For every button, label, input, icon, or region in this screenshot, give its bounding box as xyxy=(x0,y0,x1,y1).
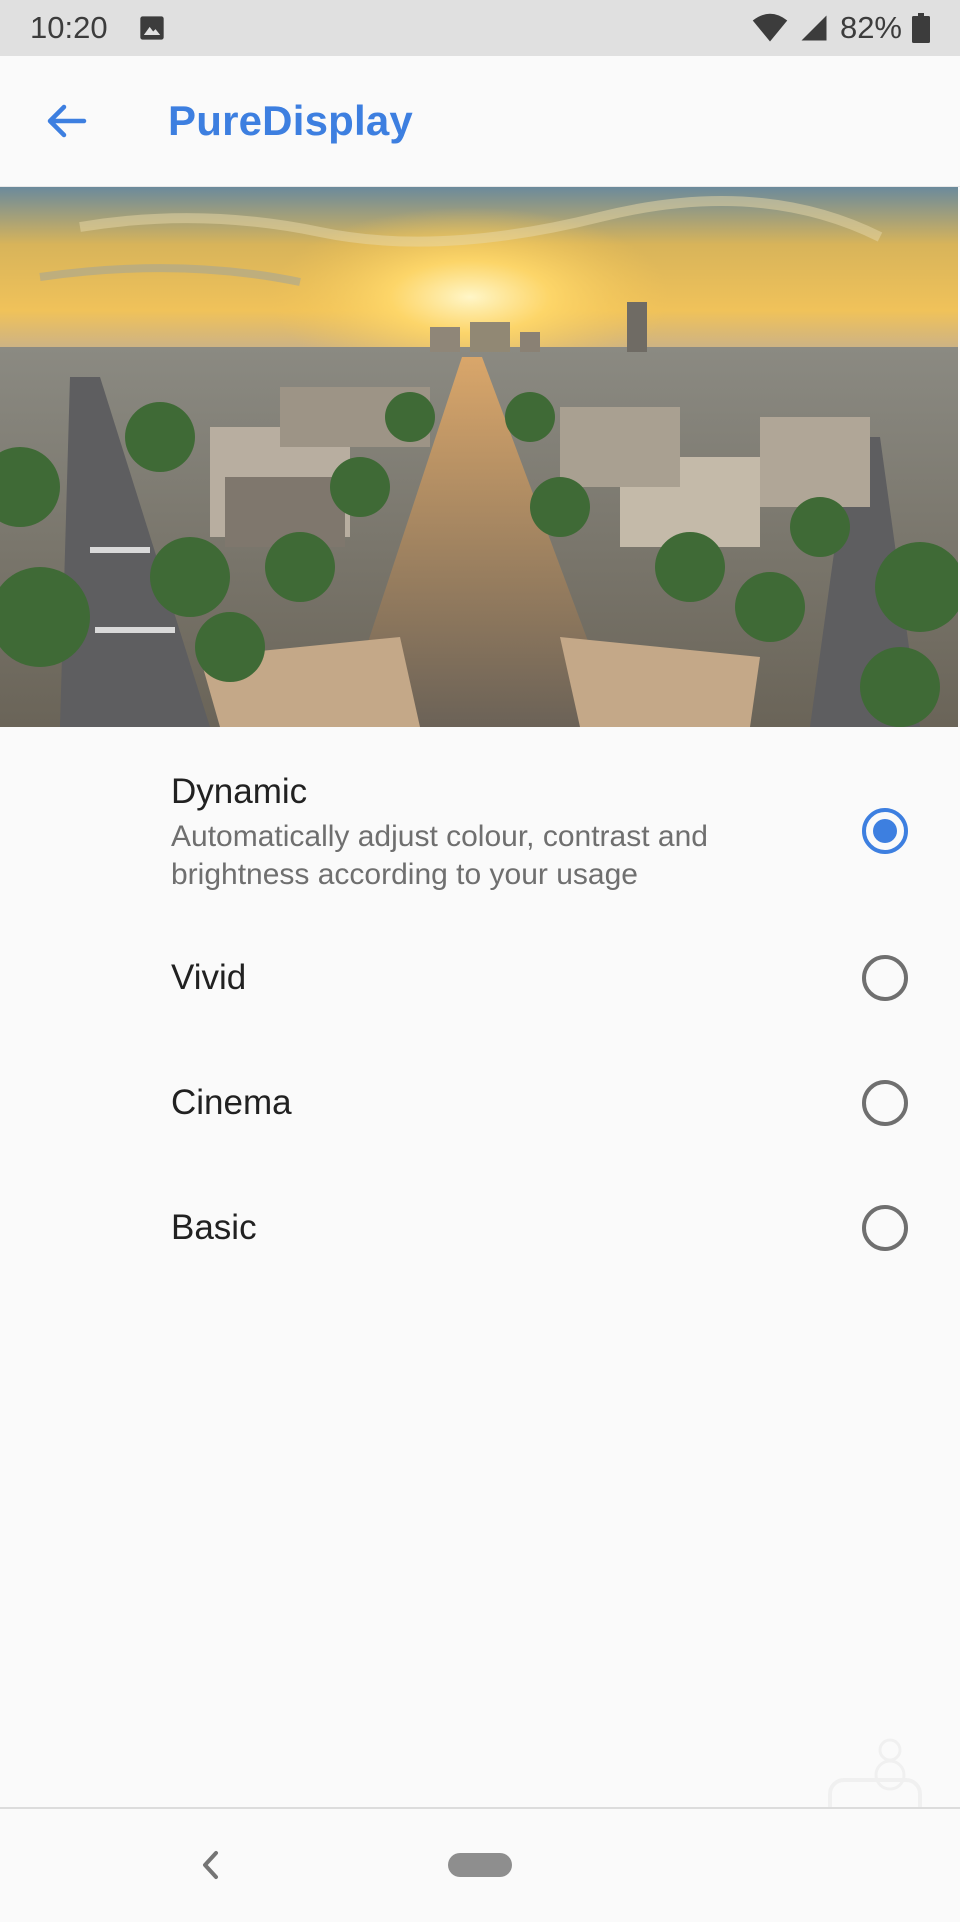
option-cinema[interactable]: Cinema xyxy=(0,1042,960,1167)
radio-button[interactable] xyxy=(862,1080,908,1126)
back-button[interactable] xyxy=(36,96,96,146)
app-bar: PureDisplay xyxy=(0,56,960,187)
option-dynamic[interactable]: Dynamic Automatically adjust colour, con… xyxy=(0,727,960,917)
page-title: PureDisplay xyxy=(168,97,413,144)
status-bar: 10:20 82% xyxy=(0,0,960,56)
battery-percentage: 82% xyxy=(839,10,902,45)
radio-button[interactable] xyxy=(862,955,908,1001)
radio-button-selected[interactable] xyxy=(862,808,908,854)
option-basic[interactable]: Basic xyxy=(0,1167,960,1292)
battery-icon xyxy=(912,13,930,43)
status-time: 10:20 xyxy=(30,10,108,45)
chevron-left-icon[interactable] xyxy=(196,1845,226,1885)
arrow-left-icon xyxy=(47,104,87,138)
option-title: Cinema xyxy=(171,1083,292,1122)
option-title: Dynamic xyxy=(171,772,308,811)
navigation-bar xyxy=(0,1807,960,1922)
option-title: Vivid xyxy=(171,958,247,997)
image-icon xyxy=(140,16,164,40)
city-sunset-illustration xyxy=(0,187,958,727)
option-subtitle: Automatically adjust colour, contrast an… xyxy=(171,820,708,891)
home-pill-icon[interactable] xyxy=(448,1853,512,1877)
radio-button[interactable] xyxy=(862,1205,908,1251)
hero-image xyxy=(0,187,958,727)
option-vivid[interactable]: Vivid xyxy=(0,917,960,1042)
wifi-icon xyxy=(752,13,788,42)
status-icons: 82% xyxy=(752,10,930,46)
signal-icon xyxy=(801,15,827,41)
option-title: Basic xyxy=(171,1208,257,1247)
